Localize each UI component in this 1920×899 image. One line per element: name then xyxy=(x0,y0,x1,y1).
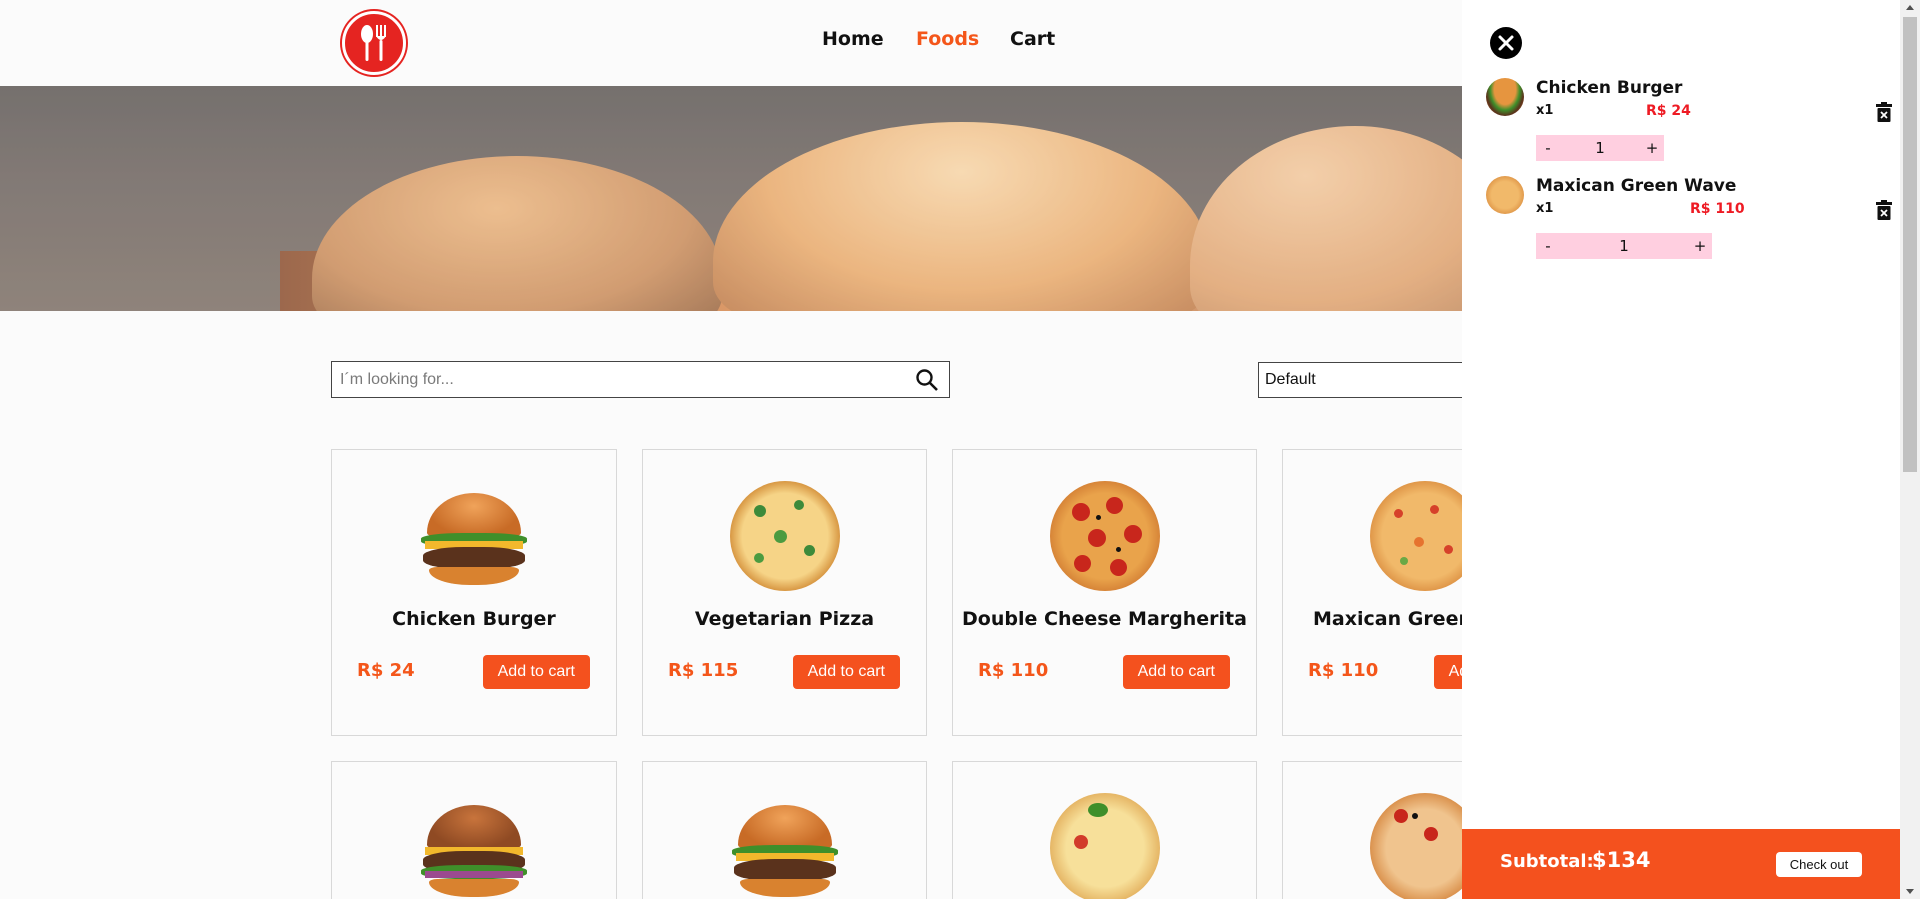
product-title: Vegetarian Pizza xyxy=(694,608,875,630)
scroll-up-icon[interactable] xyxy=(1906,5,1914,10)
cart-item-thumbnail xyxy=(1486,176,1524,214)
cart-item-name: Maxican Green Wave xyxy=(1536,176,1737,196)
quantity-stepper: - 1 + xyxy=(1536,135,1664,161)
search-input[interactable] xyxy=(332,362,892,397)
product-price: R$ 110 xyxy=(978,660,1049,681)
product-card xyxy=(952,761,1257,899)
product-card xyxy=(642,761,927,899)
subtotal-label: Subtotal: xyxy=(1500,851,1594,872)
add-to-cart-button[interactable]: Add to cart xyxy=(792,655,900,689)
search-icon[interactable] xyxy=(915,368,939,396)
chicken-burger-image xyxy=(413,475,535,597)
add-to-cart-button[interactable]: Add to cart xyxy=(482,655,590,689)
product-price: R$ 115 xyxy=(668,660,739,681)
trash-icon[interactable] xyxy=(1876,200,1892,224)
cart-item-price: R$ 24 xyxy=(1646,103,1691,119)
product-card: Chicken Burger R$ 24 Add to cart xyxy=(331,449,617,736)
product-image xyxy=(724,787,846,899)
product-image xyxy=(413,787,535,899)
cart-item-qty: x1 xyxy=(1536,201,1554,216)
hero-overlay xyxy=(0,86,1462,311)
nav-home-link[interactable]: Home xyxy=(822,28,884,50)
cart-item-qty: x1 xyxy=(1536,103,1554,118)
product-image xyxy=(1044,787,1166,899)
quantity-value: 1 xyxy=(1619,237,1629,255)
product-price: R$ 24 xyxy=(357,660,415,681)
cart-item: Maxican Green Wave x1 R$ 110 - 1 + xyxy=(1486,176,1892,266)
vegetarian-pizza-image xyxy=(724,475,846,597)
double-cheese-margherita-image xyxy=(1044,475,1166,597)
product-card: Vegetarian Pizza R$ 115 Add to cart xyxy=(642,449,927,736)
cart-drawer: Chicken Burger x1 R$ 24 - 1 + Maxican Gr… xyxy=(1462,0,1900,899)
subtotal-amount: $134 xyxy=(1592,848,1651,872)
product-card: Double Cheese Margherita R$ 110 Add to c… xyxy=(952,449,1257,736)
quantity-stepper: - 1 + xyxy=(1536,233,1712,259)
cart-item-name: Chicken Burger xyxy=(1536,78,1683,98)
quantity-value: 1 xyxy=(1595,139,1605,157)
scroll-down-icon[interactable] xyxy=(1906,889,1914,894)
trash-icon[interactable] xyxy=(1876,102,1892,126)
increment-button[interactable]: + xyxy=(1688,237,1712,255)
decrement-button[interactable]: - xyxy=(1536,139,1560,157)
product-title: Double Cheese Margherita xyxy=(962,608,1247,630)
product-title: Chicken Burger xyxy=(392,608,556,630)
product-card xyxy=(331,761,617,899)
cart-item-price: R$ 110 xyxy=(1690,201,1745,217)
nav-foods-link[interactable]: Foods xyxy=(916,28,979,50)
sort-select[interactable]: Default xyxy=(1258,362,1478,398)
nav-cart-link[interactable]: Cart xyxy=(1010,28,1055,50)
subtotal-bar: Subtotal: $134 Check out xyxy=(1462,829,1900,899)
hero-banner xyxy=(0,86,1462,311)
scrollbar-thumb[interactable] xyxy=(1903,17,1917,472)
decrement-button[interactable]: - xyxy=(1536,237,1560,255)
increment-button[interactable]: + xyxy=(1640,139,1664,157)
product-price: R$ 110 xyxy=(1308,660,1379,681)
close-icon[interactable] xyxy=(1490,27,1522,59)
restaurant-logo-icon[interactable] xyxy=(342,11,406,75)
page-scrollbar[interactable] xyxy=(1900,0,1920,899)
add-to-cart-button[interactable]: Add to cart xyxy=(1122,655,1230,689)
cart-item: Chicken Burger x1 R$ 24 - 1 + xyxy=(1486,78,1892,168)
search-box xyxy=(331,361,950,398)
checkout-button[interactable]: Check out xyxy=(1776,852,1862,877)
cart-item-thumbnail xyxy=(1486,78,1524,116)
